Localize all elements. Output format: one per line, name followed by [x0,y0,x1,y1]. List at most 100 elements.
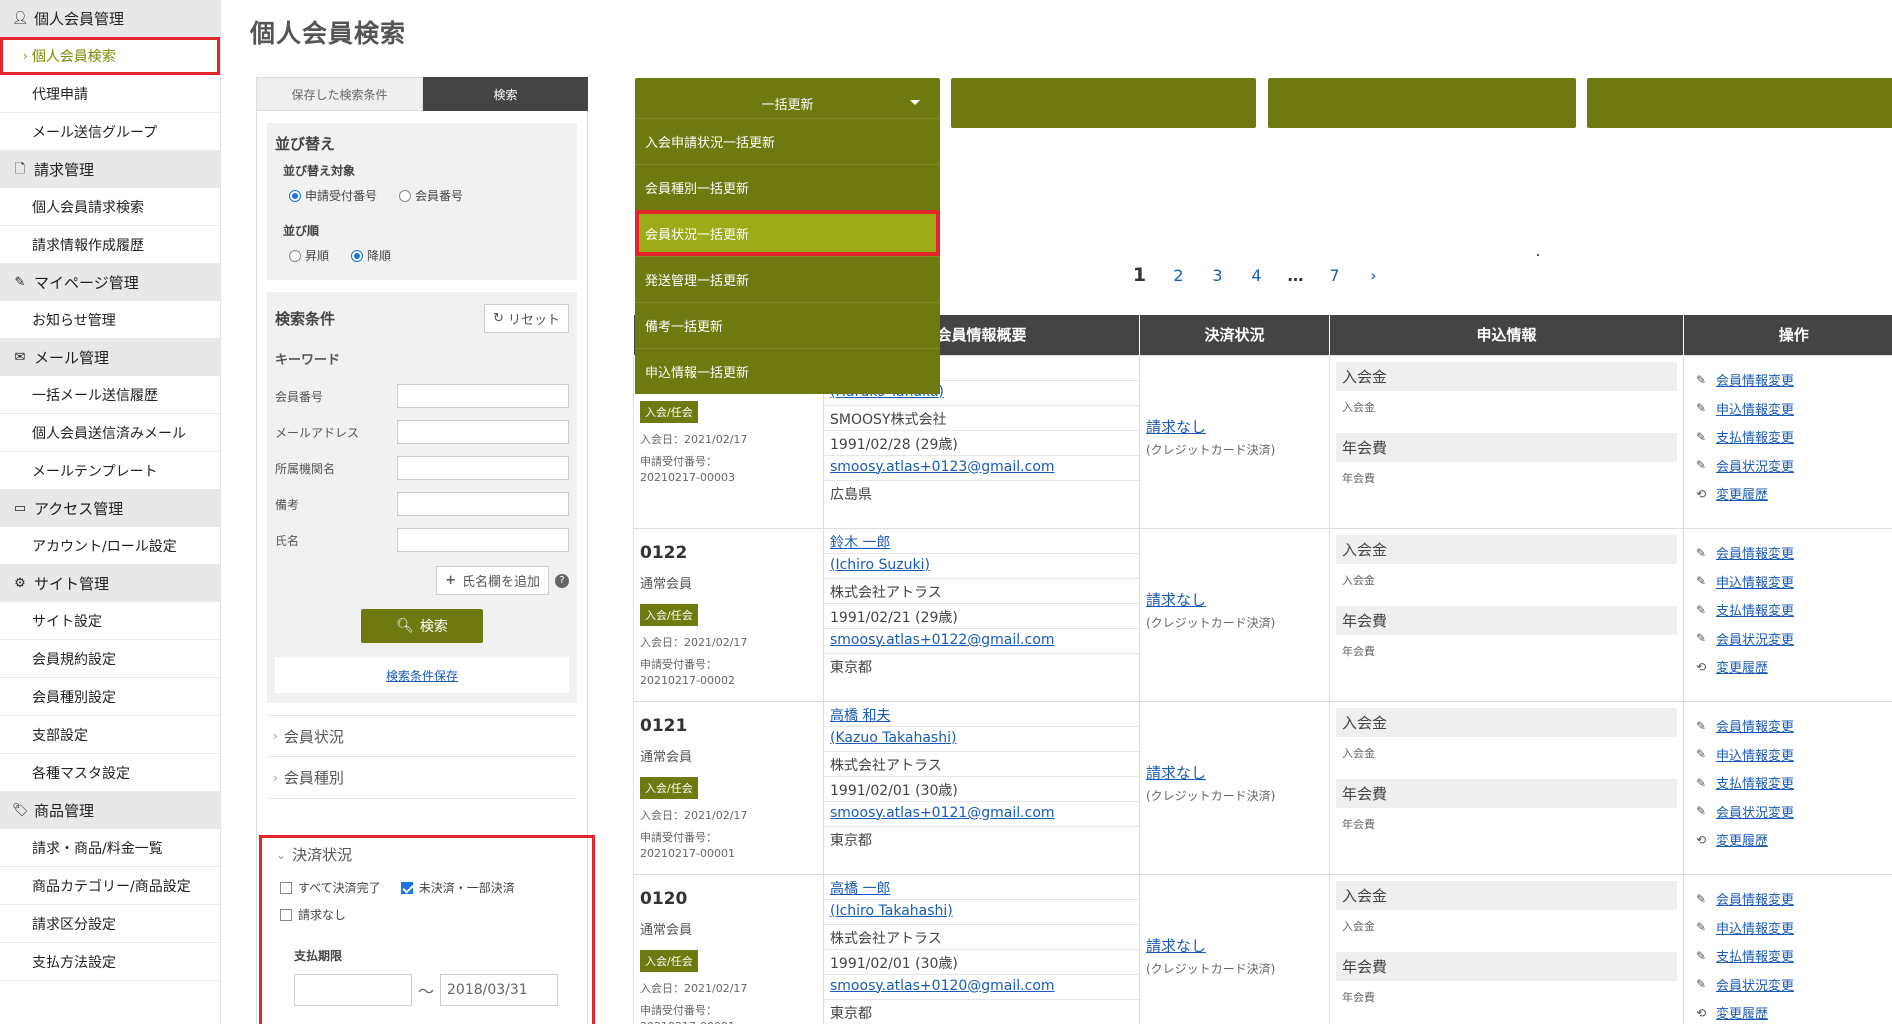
sidebar-item-mail-group[interactable]: メール送信グループ [0,113,220,151]
email-input[interactable] [397,420,569,444]
sidebar-item-sent-mail[interactable]: 個人会員送信済みメール [0,414,220,452]
accordion-member-status[interactable]: › 会員状況 [267,715,577,757]
menu-item-application-status[interactable]: 入会申請状況一括更新 [635,118,940,164]
sidebar-item-product-list[interactable]: 請求・商品/料金一覧 [0,829,220,867]
sidebar-item-billing-search[interactable]: 個人会員請求検索 [0,188,220,226]
sidebar-group-mypage[interactable]: ✎ マイページ管理 [0,264,220,301]
sidebar-item-payment-method[interactable]: 支払方法設定 [0,943,220,981]
action-button-4[interactable] [1587,78,1892,128]
menu-item-shipping[interactable]: 発送管理一括更新 [635,256,940,302]
edit-member-link[interactable]: ✎ 会員情報変更 [1694,712,1892,741]
menu-item-application-info[interactable]: 申込情報一括更新 [635,348,940,394]
help-icon[interactable]: ? [555,573,569,588]
page-4[interactable]: 4 [1237,266,1276,285]
sidebar-item-billing-class[interactable]: 請求区分設定 [0,905,220,943]
sidebar-item-billing-history[interactable]: 請求情報作成履歴 [0,226,220,264]
member-no-input[interactable] [397,384,569,408]
sidebar-group-member[interactable]: 👤︎ 個人会員管理 [0,0,220,37]
page-7[interactable]: 7 [1315,266,1354,285]
sidebar-item-bulk-mail-history[interactable]: 一括メール送信履歴 [0,376,220,414]
edit-status-link[interactable]: ✎ 会員状況変更 [1694,451,1892,480]
member-romaji-link[interactable]: (Kazuo Takahashi) [830,730,956,746]
member-name-link[interactable]: 高橋 和夫 [830,708,890,724]
sidebar-item-member-type[interactable]: 会員種別設定 [0,678,220,716]
edit-application-link[interactable]: ✎ 申込情報変更 [1694,913,1892,942]
due-date-to-input[interactable]: 2018/03/31 [440,974,559,1006]
save-conditions-link[interactable]: 検索条件保存 [275,657,569,693]
sidebar-item-terms[interactable]: 会員規約設定 [0,640,220,678]
edit-payment-link[interactable]: ✎ 支払情報変更 [1694,423,1892,452]
sidebar-item-mail-template[interactable]: メールテンプレート [0,452,220,490]
sidebar-item-news[interactable]: お知らせ管理 [0,301,220,339]
accordion-payment-status[interactable]: ⌄ 決済状況 [276,844,578,865]
sort-order-asc-radio[interactable]: 昇順 [289,247,329,264]
member-email-link[interactable]: smoosy.atlas+0120@gmail.com [830,978,1055,994]
sort-order-desc-radio[interactable]: 降順 [351,247,391,264]
edit-member-link[interactable]: ✎ 会員情報変更 [1694,366,1892,395]
edit-application-link[interactable]: ✎ 申込情報変更 [1694,567,1892,596]
mail-icon: ✉ [14,349,26,365]
page-2[interactable]: 2 [1159,266,1198,285]
edit-payment-link[interactable]: ✎ 支払情報変更 [1694,769,1892,798]
search-button[interactable]: 🔍︎ 検索 [361,609,483,643]
sidebar-item-site-settings[interactable]: サイト設定 [0,602,220,640]
member-name-link[interactable]: 鈴木 一郎 [830,535,890,551]
member-romaji-link[interactable]: (Ichiro Takahashi) [830,903,953,919]
edit-status-link[interactable]: ✎ 会員状況変更 [1694,970,1892,999]
sidebar-group-mail[interactable]: ✉ メール管理 [0,339,220,376]
sidebar-group-access[interactable]: ▭ アクセス管理 [0,490,220,527]
page-3[interactable]: 3 [1198,266,1237,285]
reset-button[interactable]: ↻ リセット [484,304,569,333]
page-1[interactable]: 1 [1120,264,1159,286]
org-input[interactable] [397,456,569,480]
sidebar-item-branch[interactable]: 支部設定 [0,716,220,754]
action-button-2[interactable] [951,78,1256,128]
sidebar-item-product-category[interactable]: 商品カテゴリー/商品設定 [0,867,220,905]
payment-none-checkbox[interactable]: 請求なし [280,906,346,923]
sidebar-group-billing[interactable]: 🗋 請求管理 [0,151,220,188]
add-name-field-button[interactable]: + 氏名欄を追加 [436,566,549,595]
edit-application-link[interactable]: ✎ 申込情報変更 [1694,740,1892,769]
payment-unpaid-checkbox[interactable]: 未決済・一部決済 [400,879,515,896]
next-page-icon[interactable]: › [1354,266,1393,285]
payment-status-link[interactable]: 請求なし [1146,416,1323,437]
edit-status-link[interactable]: ✎ 会員状況変更 [1694,624,1892,653]
payment-complete-checkbox[interactable]: すべて決済完了 [280,879,381,896]
edit-application-link[interactable]: ✎ 申込情報変更 [1694,394,1892,423]
menu-item-member-type[interactable]: 会員種別一括更新 [635,164,940,210]
name-input[interactable] [397,528,569,552]
menu-item-member-status[interactable]: 会員状況一括更新 [635,210,940,256]
sidebar-item-proxy-apply[interactable]: 代理申請 [0,75,220,113]
edit-status-link[interactable]: ✎ 会員状況変更 [1694,797,1892,826]
sidebar-group-site[interactable]: ⚙ サイト管理 [0,565,220,602]
due-date-from-input[interactable] [294,974,412,1006]
history-link[interactable]: ⟲ 変更履歴 [1694,999,1892,1024]
tab-saved-conditions[interactable]: 保存した検索条件 [256,77,423,111]
sort-target-member-no-radio[interactable]: 会員番号 [399,187,463,204]
member-romaji-link[interactable]: (Ichiro Suzuki) [830,557,930,573]
edit-payment-link[interactable]: ✎ 支払情報変更 [1694,942,1892,971]
sidebar-group-product[interactable]: 🏷︎ 商品管理 [0,792,220,829]
sidebar-item-master[interactable]: 各種マスタ設定 [0,754,220,792]
history-link[interactable]: ⟲ 変更履歴 [1694,826,1892,855]
member-email-link[interactable]: smoosy.atlas+0121@gmail.com [830,805,1055,821]
sort-target-app-no-radio[interactable]: 申請受付番号 [289,187,377,204]
sidebar-item-member-search[interactable]: › 個人会員検索 [0,37,220,75]
accordion-member-type[interactable]: › 会員種別 [267,757,577,799]
sidebar-item-account-role[interactable]: アカウント/ロール設定 [0,527,220,565]
member-email-link[interactable]: smoosy.atlas+0122@gmail.com [830,632,1055,648]
history-link[interactable]: ⟲ 変更履歴 [1694,653,1892,682]
edit-member-link[interactable]: ✎ 会員情報変更 [1694,539,1892,568]
action-button-3[interactable] [1268,78,1576,128]
edit-payment-link[interactable]: ✎ 支払情報変更 [1694,596,1892,625]
tab-search[interactable]: 検索 [423,77,588,111]
payment-status-link[interactable]: 請求なし [1146,589,1323,610]
menu-item-note[interactable]: 備考一括更新 [635,302,940,348]
member-name-link[interactable]: 高橋 一郎 [830,881,890,897]
note-input[interactable] [397,492,569,516]
edit-member-link[interactable]: ✎ 会員情報変更 [1694,885,1892,914]
member-email-link[interactable]: smoosy.atlas+0123@gmail.com [830,459,1055,475]
history-link[interactable]: ⟲ 変更履歴 [1694,480,1892,509]
payment-status-link[interactable]: 請求なし [1146,935,1323,956]
payment-status-link[interactable]: 請求なし [1146,762,1323,783]
